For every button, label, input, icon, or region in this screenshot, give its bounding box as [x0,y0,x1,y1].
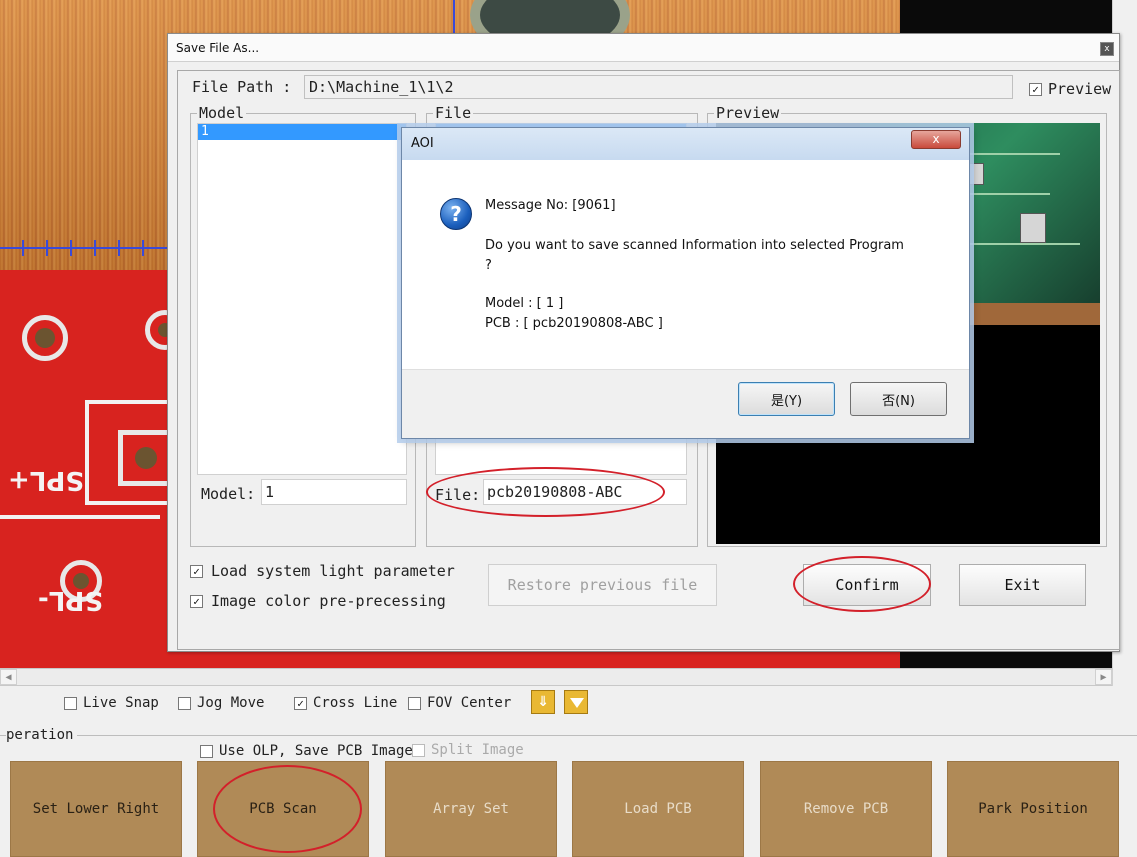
pad [118,430,174,486]
dialog-title: Save File As... [168,34,1119,62]
yes-button[interactable]: 是(Y) [738,382,835,416]
checkbox-box[interactable]: ✓ [190,564,203,578]
checkbox-box[interactable]: ✓ [1029,82,1042,96]
split-image-checkbox[interactable]: Split Image [412,741,524,759]
exit-button[interactable]: Exit [959,564,1086,606]
message-model: Model : [ 1 ] [485,296,564,311]
fov-center-checkbox[interactable]: FOV Center [408,694,511,712]
model-name-input[interactable]: 1 [261,479,407,505]
checkbox-box[interactable] [200,744,213,758]
load-light-checkbox[interactable]: ✓ Load system light parameter [190,562,455,580]
cross-line-checkbox[interactable]: ✓ Cross Line [294,694,397,712]
triangle-down-icon[interactable] [564,690,588,714]
message-text-continued: ? [485,258,492,273]
file-path-input[interactable]: D:\Machine_1\1\2 [304,75,1013,99]
dialog-title: AOI [402,128,969,160]
color-preprocess-checkbox[interactable]: ✓ Image color pre-precessing [190,592,446,610]
use-olp-checkbox[interactable]: Use OLP, Save PCB Image [200,742,413,760]
set-lower-right-button[interactable]: Set Lower Right [10,761,182,857]
file-group-label: File [433,104,474,122]
checkbox-box[interactable] [408,696,421,710]
model-group-label: Model [197,104,247,122]
file-name-input[interactable]: pcb20190808-ABC [483,479,687,505]
preview-group-label: Preview [714,104,782,122]
crosshair-horizontal [0,247,175,249]
preview-checkbox[interactable]: ✓ Preview [1029,80,1121,98]
aoi-message-dialog: AOI x ? Message No: [9061] Do you want t… [401,127,970,439]
silkscreen-text: SPL+ [8,465,85,495]
confirm-button[interactable]: Confirm [803,564,931,606]
close-icon[interactable]: x [911,130,961,149]
model-list[interactable]: 1 [197,123,407,475]
double-chevron-down-icon[interactable]: ⇓ [531,690,555,714]
operation-group-label: peration [6,727,78,743]
checkbox-box[interactable]: ✓ [190,594,203,608]
list-item[interactable]: 1 [198,124,406,140]
park-position-button[interactable]: Park Position [947,761,1119,857]
no-button[interactable]: 否(N) [850,382,947,416]
message-number: Message No: [9061] [485,198,616,213]
pad [22,315,68,361]
scroll-left-icon[interactable]: ◀ [0,669,17,685]
pcb-scan-button[interactable]: PCB Scan [197,761,369,857]
remove-pcb-button[interactable]: Remove PCB [760,761,932,857]
load-pcb-button[interactable]: Load PCB [572,761,744,857]
file-field-label: File: [435,486,481,504]
silkscreen-text: SPL- [38,585,104,615]
close-icon[interactable]: x [1100,42,1114,56]
scroll-right-icon[interactable]: ▶ [1095,669,1112,685]
array-set-button[interactable]: Array Set [385,761,557,857]
message-pcb: PCB : [ pcb20190808-ABC ] [485,316,663,331]
live-snap-checkbox[interactable]: Live Snap [64,694,159,712]
checkbox-box[interactable] [178,696,191,710]
restore-previous-file-button[interactable]: Restore previous file [488,564,717,606]
jog-move-checkbox[interactable]: Jog Move [178,694,264,712]
horizontal-scrollbar[interactable]: ◀ ▶ [0,668,1112,686]
file-path-label: File Path : [192,78,292,96]
model-group: Model 1 Model: 1 [190,104,416,547]
checkbox-box[interactable] [64,696,77,710]
model-field-label: Model: [201,485,256,503]
question-icon: ? [440,198,472,230]
checkbox-box[interactable] [412,743,425,757]
checkbox-box[interactable]: ✓ [294,696,307,710]
message-text: Do you want to save scanned Information … [485,238,904,253]
